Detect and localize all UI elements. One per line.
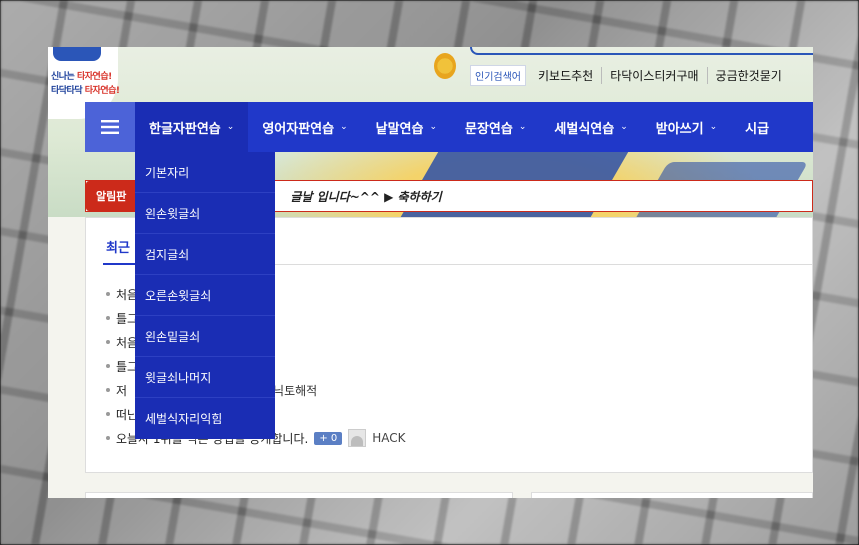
link-ask-question[interactable]: 궁금한것묻기 xyxy=(706,66,790,84)
post-title-tail[interactable]: 닉토해적 xyxy=(273,382,317,399)
nav-truncated-item[interactable]: 시급 xyxy=(731,102,783,152)
notice-text[interactable]: 글날 입니다~^^ ▶ 축하하기 xyxy=(290,188,441,205)
search-box-edge[interactable] xyxy=(470,47,813,55)
bullet-icon xyxy=(106,364,110,368)
chevron-down-icon: ⌄ xyxy=(340,122,348,132)
bullet-icon xyxy=(106,316,110,320)
nav-label: 한글자판연습 xyxy=(149,121,221,137)
dropdown-item-index-keys[interactable]: 검지글쇠 xyxy=(135,234,275,275)
chevron-down-icon: ⌄ xyxy=(226,122,235,132)
hangul-typing-dropdown: 기본자리 왼손윗글쇠 검지글쇠 오른손윗글쇠 왼손밑글쇠 윗글쇠나머지 세벌식자… xyxy=(135,152,275,439)
notice-label: 알림판 xyxy=(86,181,137,211)
nav-english-typing[interactable]: 영어자판연습 ⌄ xyxy=(248,102,361,152)
hamburger-icon xyxy=(101,120,119,134)
slogan-line-2: 타닥타닥 타자연습! xyxy=(51,83,120,96)
post-title[interactable]: 저 xyxy=(116,382,127,399)
bullet-icon xyxy=(106,388,110,392)
dropdown-item-remaining-upper-keys[interactable]: 윗글쇠나머지 xyxy=(135,357,275,398)
slogan-text: 신나는 xyxy=(51,72,77,82)
nav-label: 세벌식연습 xyxy=(554,121,615,137)
website-viewport: 신나는 타자연습! 타닥타닥 타자연습! 인기검색어 키보드추천 타닥이스티커구… xyxy=(48,47,813,498)
hamburger-menu-button[interactable] xyxy=(85,102,135,152)
chevron-down-icon: ⌄ xyxy=(429,122,438,132)
bullet-icon xyxy=(106,340,110,344)
dropdown-item-left-upper-keys[interactable]: 왼손윗글쇠 xyxy=(135,193,275,234)
dropdown-item-right-upper-keys[interactable]: 오른손윗글쇠 xyxy=(135,275,275,316)
bullet-icon xyxy=(106,292,110,296)
slogan-text: 타닥타닥 xyxy=(51,86,85,96)
slogan-highlight: 타자연습! xyxy=(84,86,120,96)
orange-decoration xyxy=(434,53,456,79)
nav-word-practice[interactable]: 낱말연습 ⌄ xyxy=(362,102,451,152)
nav-label: 시급 xyxy=(745,121,770,137)
nav-sentence-practice[interactable]: 문장연습 ⌄ xyxy=(451,102,540,152)
nav-hangul-typing[interactable]: 한글자판연습 ⌄ xyxy=(135,102,249,152)
slogan-line-1: 신나는 타자연습! xyxy=(51,69,112,82)
nav-label: 낱말연습 xyxy=(375,121,424,137)
slogan-highlight: 타자연습! xyxy=(76,72,112,82)
bullet-icon xyxy=(106,412,110,416)
nav-label: 영어자판연습 xyxy=(262,121,335,137)
link-keyboard-recommend[interactable]: 키보드추천 xyxy=(538,67,601,84)
post-author[interactable]: HACK xyxy=(372,431,405,445)
link-sticker-buy[interactable]: 타닥이스티커구매 xyxy=(601,66,706,84)
main-navbar: 한글자판연습 ⌄ 영어자판연습 ⌄ 낱말연습 ⌄ 문장연습 ⌄ 세벌식연습 ⌄ … xyxy=(85,102,813,152)
bottom-panel-left xyxy=(85,492,513,498)
tab-active-underline xyxy=(103,263,137,265)
top-links-bar: 인기검색어 키보드추천 타닥이스티커구매 궁금한것묻기 xyxy=(470,64,790,86)
nav-label: 문장연습 xyxy=(465,121,513,137)
tab-recent[interactable]: 최근 xyxy=(106,237,130,256)
avatar xyxy=(348,429,367,447)
popular-search-tag[interactable]: 인기검색어 xyxy=(470,64,526,86)
chevron-down-icon: ⌄ xyxy=(518,122,527,132)
dropdown-item-basic-position[interactable]: 기본자리 xyxy=(135,152,275,193)
nav-dictation[interactable]: 받아쓰기 ⌄ xyxy=(642,102,731,152)
dropdown-item-left-lower-keys[interactable]: 왼손밑글쇠 xyxy=(135,316,275,357)
chevron-down-icon: ⌄ xyxy=(620,122,628,132)
dropdown-item-sebeolsik-position[interactable]: 세벌식자리익힘 xyxy=(135,398,275,439)
logo-mark xyxy=(53,47,101,61)
bottom-panel-right xyxy=(531,492,813,498)
comment-count-badge: + 0 xyxy=(314,431,343,445)
nav-sebeolsik-practice[interactable]: 세벌식연습 ⌄ xyxy=(540,102,641,152)
nav-label: 받아쓰기 xyxy=(655,121,704,137)
bullet-icon xyxy=(106,436,110,440)
chevron-down-icon: ⌄ xyxy=(709,122,718,132)
